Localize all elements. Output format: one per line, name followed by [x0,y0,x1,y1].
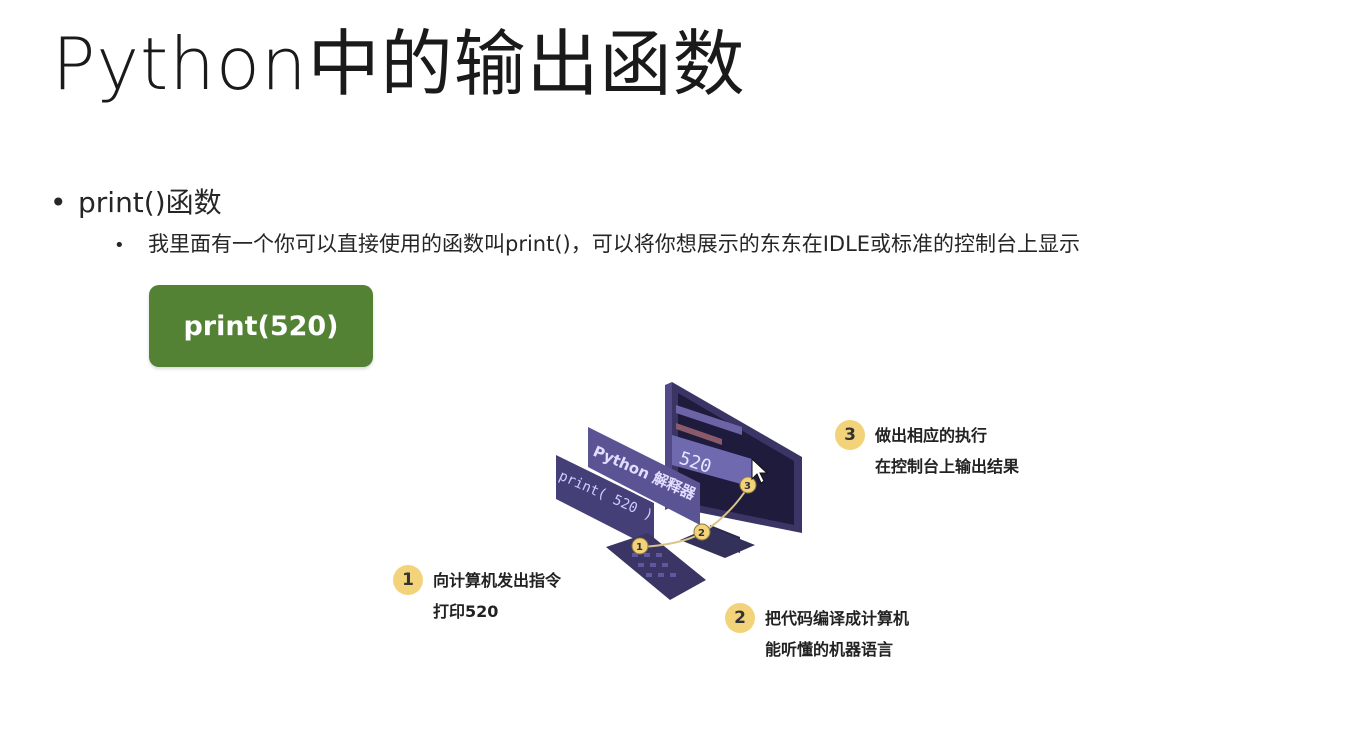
slide-title: Python中的输出函数 [52,22,746,106]
step-2-badge: 2 [725,603,755,633]
step-1-badge: 1 [393,565,423,595]
step-3: 3 做出相应的执行 在控制台上输出结果 [835,420,1019,482]
bullet-dot: • [50,186,67,219]
flow-marker-2-label: 2 [698,528,705,539]
bullet-level2: • 我里面有一个你可以直接使用的函数叫print()，可以将你想展示的东东在IDL… [114,230,1080,260]
bullet-dot: • [114,235,125,256]
flow-marker-3-label: 3 [744,481,751,492]
flow-marker-1-label: 1 [636,542,643,553]
bullet-level1: • print()函数 [50,185,222,221]
step-1-line2: 打印520 [433,602,499,621]
monitor-base [680,527,755,558]
step-3-badge: 3 [835,420,865,450]
step-2-line2: 能听懂的机器语言 [765,640,894,659]
step-3-line1: 做出相应的执行 [875,426,988,445]
bullet-level1-text: print()函数 [78,186,222,219]
code-example-box: print(520) [149,285,373,367]
bullet-level2-text: 我里面有一个你可以直接使用的函数叫print()，可以将你想展示的东东在IDLE… [148,232,1081,256]
step-3-line2: 在控制台上输出结果 [875,457,1020,476]
step-2: 2 把代码编译成计算机 能听懂的机器语言 [725,603,909,665]
step-1: 1 向计算机发出指令 打印520 [393,565,561,627]
step-1-line1: 向计算机发出指令 [433,571,562,590]
step-2-line1: 把代码编译成计算机 [765,609,910,628]
